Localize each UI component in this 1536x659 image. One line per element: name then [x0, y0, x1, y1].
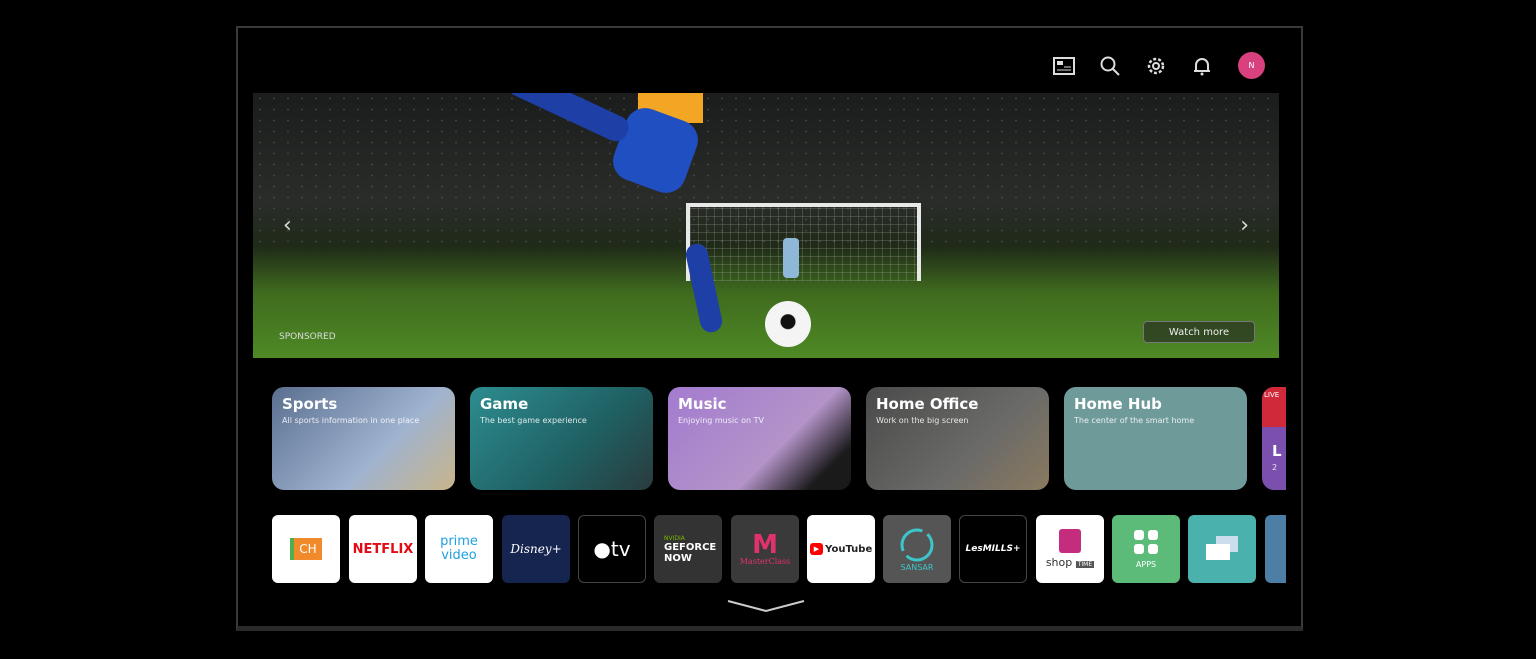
goalkeeper-image	[783, 238, 799, 278]
chevron-down-icon[interactable]	[726, 598, 806, 614]
app-youtube[interactable]: ▶ YouTube	[807, 515, 875, 583]
category-cards: Sports All sports information in one plac…	[272, 387, 1286, 490]
ball-image	[765, 301, 811, 347]
settings-icon[interactable]	[1144, 54, 1168, 78]
card-title: Game	[480, 395, 529, 413]
app-masterclass[interactable]: M MasterClass	[731, 515, 799, 583]
screen-share-icon	[1206, 536, 1238, 560]
app-label: YouTube	[825, 543, 873, 555]
app-sansar[interactable]: SANSAR	[883, 515, 951, 583]
card-home-office[interactable]: Home Office Work on the big screen	[866, 387, 1049, 490]
app-prime-video[interactable]: prime video	[425, 515, 493, 583]
card-title: Music	[678, 395, 727, 413]
app-lesmills[interactable]: LesMILLS+	[959, 515, 1027, 583]
app-label: CH	[290, 538, 322, 560]
app-label: MasterClass	[739, 556, 791, 566]
app-sublabel: NVIDIA	[664, 534, 685, 542]
masterclass-logo-icon: M	[752, 529, 778, 560]
avatar[interactable]: N	[1238, 52, 1265, 79]
card-live[interactable]: LIVE L 2	[1262, 387, 1286, 490]
app-shoptime[interactable]: shop TIME	[1036, 515, 1104, 583]
app-label: SANSAR	[900, 562, 934, 572]
apps-grid-icon	[1134, 530, 1158, 554]
card-subtitle: Enjoying music on TV	[678, 416, 764, 425]
card-title: L	[1272, 442, 1282, 460]
shoptime-logo-icon	[1059, 529, 1081, 553]
app-partial[interactable]	[1265, 515, 1286, 583]
app-label: APPS	[1135, 560, 1157, 569]
card-subtitle: Work on the big screen	[876, 416, 969, 425]
card-title: Sports	[282, 395, 338, 413]
app-disney-plus[interactable]: Disney+	[502, 515, 570, 583]
card-title: Home Office	[876, 395, 979, 413]
card-music[interactable]: Music Enjoying music on TV	[668, 387, 851, 490]
top-bar: N	[1052, 52, 1265, 79]
prev-arrow-icon[interactable]: ‹	[283, 213, 292, 238]
notification-icon[interactable]	[1190, 54, 1214, 78]
hero-banner[interactable]: ‹ › SPONSORED Watch more	[253, 93, 1279, 358]
card-subtitle: 2	[1272, 463, 1278, 472]
app-apple-tv[interactable]: ●tv	[578, 515, 646, 583]
card-home-hub[interactable]: Home Hub The center of the smart home	[1064, 387, 1247, 490]
card-sports[interactable]: Sports All sports information in one plac…	[272, 387, 455, 490]
app-geforce-now[interactable]: NVIDIA GEFORCE NOW	[654, 515, 722, 583]
card-game[interactable]: Game The best game experience	[470, 387, 653, 490]
app-label: prime video	[440, 534, 478, 563]
apple-icon: ●	[593, 537, 611, 561]
sansar-logo-icon	[900, 528, 934, 561]
app-label: LesMILLS+	[965, 544, 1021, 554]
sponsored-label: SPONSORED	[279, 332, 336, 342]
live-badge: LIVE	[1262, 387, 1286, 427]
card-subtitle: The best game experience	[480, 416, 587, 425]
app-sublabel: TIME	[1075, 561, 1095, 568]
youtube-play-icon: ▶	[809, 543, 824, 555]
card-subtitle: All sports information in one place	[282, 416, 420, 425]
card-subtitle: The center of the smart home	[1074, 416, 1195, 425]
card-title: Home Hub	[1074, 395, 1162, 413]
app-screen-share[interactable]	[1188, 515, 1256, 583]
app-bar: CH NETFLIX prime video Disney+ ●tv NVIDI…	[272, 515, 1286, 584]
app-apps[interactable]: APPS	[1112, 515, 1180, 583]
app-label: GEFORCE NOW	[664, 541, 717, 564]
app-label: shop	[1045, 556, 1073, 569]
next-arrow-icon[interactable]: ›	[1240, 213, 1249, 238]
guide-icon[interactable]	[1052, 54, 1076, 78]
app-label: NETFLIX	[352, 541, 414, 557]
search-icon[interactable]	[1098, 54, 1122, 78]
goal-image	[686, 203, 921, 281]
app-label: Disney+	[510, 542, 562, 556]
app-live-channels[interactable]: CH	[272, 515, 340, 583]
watch-more-button[interactable]: Watch more	[1143, 321, 1255, 343]
app-label: ●tv	[593, 537, 631, 561]
app-netflix[interactable]: NETFLIX	[349, 515, 417, 583]
